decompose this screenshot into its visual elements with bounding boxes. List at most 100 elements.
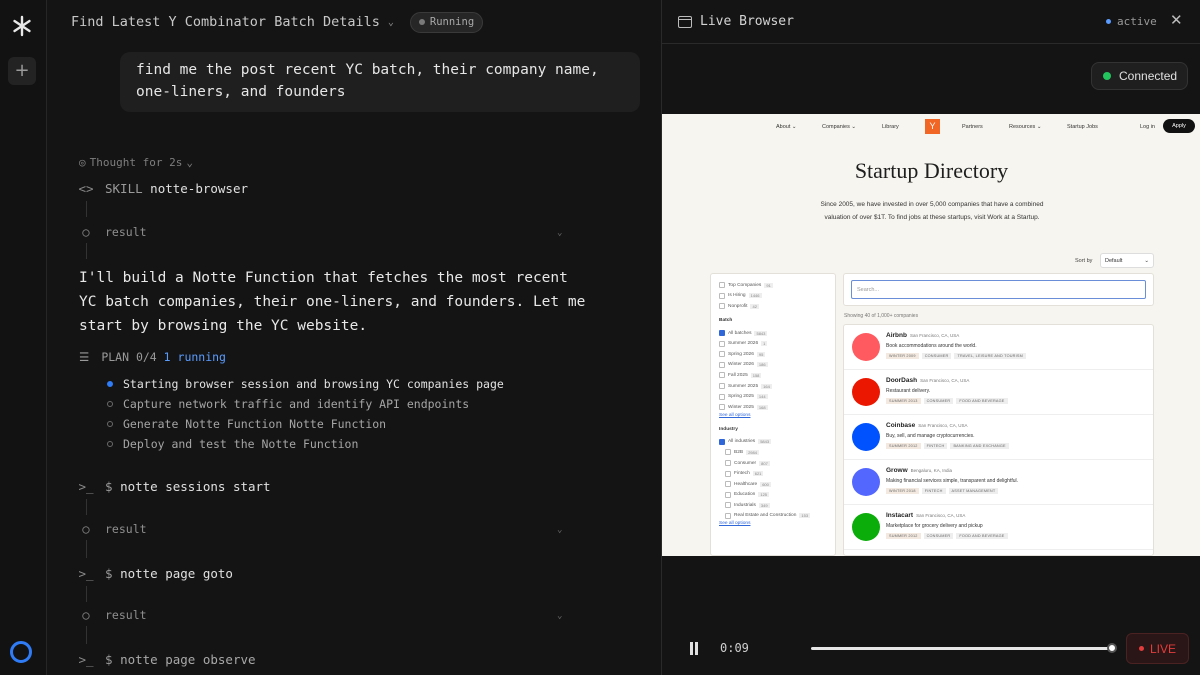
company-location: San Francisco, CA, USA: [909, 333, 960, 338]
app-logo-icon[interactable]: [10, 14, 34, 38]
company-tag[interactable]: FINTECH: [923, 443, 948, 449]
filter-option[interactable]: Industrials 349: [719, 500, 827, 511]
filter-option[interactable]: Summer 2025 164: [719, 381, 827, 392]
checkbox-icon[interactable]: [725, 470, 731, 477]
nav-about[interactable]: About ⌄: [776, 124, 797, 130]
company-tag[interactable]: ASSET MANAGEMENT: [948, 488, 999, 494]
playback-thumb[interactable]: [1106, 643, 1117, 653]
nav-partners[interactable]: Partners: [962, 124, 983, 130]
command-step[interactable]: >_ $ notte page observe: [78, 652, 255, 667]
search-input[interactable]: Search...: [851, 280, 1146, 299]
company-tag[interactable]: TRAVEL, LEISURE AND TOURISM: [954, 353, 1026, 359]
filter-option[interactable]: Spring 2025 144: [719, 391, 827, 402]
expand-chevron-icon[interactable]: ⌄: [557, 525, 562, 535]
filter-option[interactable]: Is Hiring 1446: [719, 291, 827, 302]
command-step[interactable]: >_ $ notte sessions start: [78, 479, 270, 494]
company-tag[interactable]: CONSUMER: [923, 398, 954, 404]
live-button[interactable]: LIVE: [1126, 633, 1189, 664]
filter-option[interactable]: All batches 5843: [719, 328, 827, 339]
company-row[interactable]: Airbnb San Francisco, CA, USA Book accommo…: [844, 325, 1153, 370]
filter-option[interactable]: Top Companies 91: [719, 280, 827, 291]
filter-option[interactable]: Fintech 621: [719, 468, 827, 479]
yc-logo[interactable]: Y: [925, 119, 940, 134]
sort-value: Default: [1105, 258, 1123, 264]
bullet-icon: [107, 401, 113, 407]
nav-library[interactable]: Library: [882, 124, 899, 130]
nav-startup-jobs[interactable]: Startup Jobs: [1067, 124, 1098, 130]
filter-option[interactable]: Real Estate and Construction 153: [719, 511, 827, 522]
new-chat-button[interactable]: +: [8, 57, 36, 85]
checkbox-icon[interactable]: [725, 460, 731, 467]
result-step[interactable]: ◯ result: [79, 522, 147, 536]
nav-companies[interactable]: Companies ⌄: [822, 124, 856, 130]
nav-resources[interactable]: Resources ⌄: [1009, 124, 1041, 130]
chevron-down-icon[interactable]: ⌄: [388, 17, 394, 28]
filter-option[interactable]: Spring 2026 95: [719, 349, 827, 360]
company-tag[interactable]: WINTER 2018: [886, 488, 919, 494]
filter-option[interactable]: Education 125: [719, 490, 827, 501]
company-row[interactable]: Groww Bengaluru, KA, India Making financia…: [844, 460, 1153, 505]
filter-option[interactable]: Winter 2026 186: [719, 360, 827, 371]
checkbox-icon[interactable]: [719, 330, 725, 337]
checkbox-icon[interactable]: [719, 340, 725, 347]
filter-option[interactable]: Consumer 807: [719, 458, 827, 469]
checkbox-icon[interactable]: [719, 383, 725, 390]
result-step[interactable]: ◯ result: [79, 225, 147, 239]
filter-label: Winter 2025: [728, 404, 754, 410]
checkbox-icon[interactable]: [719, 372, 725, 379]
company-tag[interactable]: WINTER 2009: [886, 353, 919, 359]
checkbox-icon[interactable]: [719, 292, 725, 299]
company-tag[interactable]: FOOD AND BEVERAGE: [956, 533, 1008, 539]
playback-track[interactable]: [811, 647, 1115, 650]
plan-header[interactable]: ☰ PLAN 0/4 1 running: [79, 350, 226, 364]
close-icon[interactable]: ✕: [1170, 11, 1183, 29]
filter-option[interactable]: Winter 2025 168: [719, 402, 827, 413]
browser-viewport[interactable]: About ⌄ Companies ⌄ Library Y Partners R…: [662, 114, 1200, 556]
company-tag[interactable]: SUMMER 2012: [886, 443, 921, 449]
nav-login[interactable]: Log in: [1140, 124, 1155, 130]
thought-toggle[interactable]: ◎ Thought for 2s ⌄: [79, 156, 193, 169]
checkbox-icon[interactable]: [719, 361, 725, 368]
see-all-link[interactable]: See all options: [719, 521, 827, 529]
filter-option[interactable]: All industries 5843: [719, 437, 827, 448]
checkbox-icon[interactable]: [725, 481, 731, 488]
checkbox-icon[interactable]: [719, 303, 725, 310]
filter-count: 153: [799, 513, 811, 519]
company-tag[interactable]: CONSUMER: [923, 533, 954, 539]
company-tag[interactable]: FOOD AND BEVERAGE: [956, 398, 1008, 404]
checkbox-icon[interactable]: [719, 393, 725, 400]
company-row[interactable]: DoorDash San Francisco, CA, USA Restaurant…: [844, 370, 1153, 415]
company-tag[interactable]: SUMMER 2013: [886, 398, 921, 404]
chat-title[interactable]: Find Latest Y Combinator Batch Details: [71, 14, 380, 30]
see-all-link[interactable]: See all options: [719, 413, 827, 421]
checkbox-icon[interactable]: [719, 282, 725, 289]
command-step[interactable]: >_ $ notte page goto: [78, 566, 232, 581]
apply-button[interactable]: Apply: [1163, 119, 1195, 133]
checkbox-icon[interactable]: [725, 502, 731, 509]
company-tag[interactable]: FINTECH: [921, 488, 946, 494]
company-tag[interactable]: CONSUMER: [921, 353, 952, 359]
filter-option[interactable]: Summer 2026 1: [719, 338, 827, 349]
filter-option[interactable]: Healthcare 600: [719, 479, 827, 490]
company-row[interactable]: Instacart San Francisco, CA, USA Marketpla…: [844, 505, 1153, 550]
filter-label: Industrials: [734, 502, 756, 508]
filter-option[interactable]: Nonprofit 42: [719, 301, 827, 312]
company-row[interactable]: Coinbase San Francisco, CA, USA Buy, sell,…: [844, 415, 1153, 460]
company-tag[interactable]: SUMMER 2012: [886, 533, 921, 539]
checkbox-icon[interactable]: [719, 351, 725, 358]
checkbox-icon[interactable]: [725, 449, 731, 456]
expand-chevron-icon[interactable]: ⌄: [557, 228, 562, 238]
skill-step[interactable]: <> SKILL notte-browser: [78, 181, 248, 196]
pause-button[interactable]: [689, 642, 699, 655]
checkbox-icon[interactable]: [725, 491, 731, 498]
checkbox-icon[interactable]: [719, 438, 725, 445]
filter-option[interactable]: Fall 2025 158: [719, 370, 827, 381]
user-status-icon[interactable]: [10, 641, 32, 663]
checkbox-icon[interactable]: [725, 512, 731, 519]
checkbox-icon[interactable]: [719, 404, 725, 411]
company-tag[interactable]: BANKING AND EXCHANGE: [950, 443, 1009, 449]
sort-select[interactable]: Default ⌄: [1100, 253, 1154, 268]
result-step[interactable]: ◯ result: [79, 608, 147, 622]
filter-option[interactable]: B2B 2984: [719, 447, 827, 458]
expand-chevron-icon[interactable]: ⌄: [557, 611, 562, 621]
